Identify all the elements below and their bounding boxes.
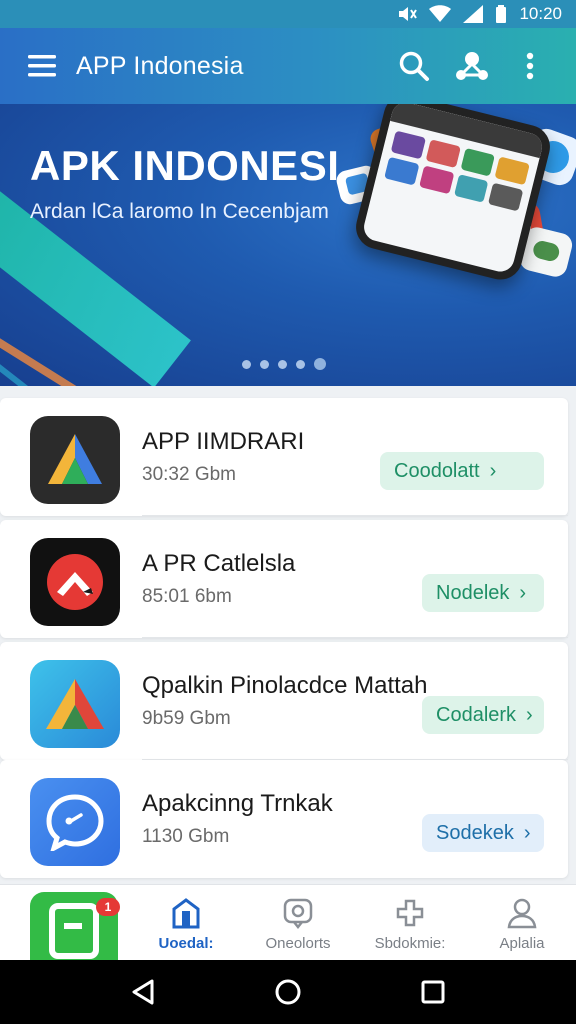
mute-icon xyxy=(397,5,418,23)
download-button-label: Sodekek xyxy=(436,821,514,844)
nav-item-games[interactable]: Sbdokmie: xyxy=(354,885,466,961)
app-title: APP Indonesia xyxy=(76,51,244,80)
download-button[interactable]: Nodelek › xyxy=(422,574,544,612)
floating-app-button[interactable]: 1 xyxy=(30,892,120,964)
menu-button[interactable] xyxy=(22,46,62,86)
hero-banner[interactable]: APK INDONESI Ardan lCa laromo In Cecenbj… xyxy=(0,104,576,386)
clock: 10:20 xyxy=(519,4,562,23)
nav-item-home[interactable]: Uoedal: xyxy=(130,885,242,961)
chat-icon xyxy=(283,898,313,929)
home-icon xyxy=(172,898,200,929)
download-button-label: Nodelek xyxy=(436,581,510,604)
wifi-icon xyxy=(429,5,452,23)
more-vert-icon xyxy=(526,52,534,80)
carousel-indicator xyxy=(242,358,326,370)
nav-label: Aplalia xyxy=(499,935,545,952)
chat-bubble-icon xyxy=(30,778,120,866)
a-logo-icon xyxy=(30,416,120,504)
search-button[interactable] xyxy=(390,42,438,90)
carousel-dot[interactable] xyxy=(260,359,269,369)
back-icon xyxy=(132,979,154,1005)
divider xyxy=(142,515,568,516)
app-size: 85:01 6bm xyxy=(142,586,232,607)
chevron-right-icon: › xyxy=(523,821,531,844)
notification-badge: 1 xyxy=(96,898,120,916)
chevron-right-icon: › xyxy=(489,459,497,482)
divider xyxy=(142,637,568,638)
download-button-label: Codalerk xyxy=(436,703,517,726)
profile-icon xyxy=(507,898,537,929)
carousel-dot-active[interactable] xyxy=(314,358,326,370)
recents-button[interactable] xyxy=(413,972,453,1012)
carousel-dot[interactable] xyxy=(278,359,287,369)
more-button[interactable] xyxy=(506,42,554,90)
app-name: APP IIMDRARI xyxy=(142,428,305,455)
triangle-logo-icon xyxy=(30,660,120,748)
chevron-right-icon: › xyxy=(519,581,527,604)
share-button[interactable] xyxy=(448,42,496,90)
list-item[interactable]: A PR Catlelsla 85:01 6bm Nodelek › xyxy=(0,520,568,638)
list-item[interactable]: Apakcinng Trnkak 1130 Gbm Sodekek › xyxy=(0,760,568,878)
download-button-label: Coodolatt xyxy=(394,459,480,482)
status-bar: 10:20 xyxy=(0,0,576,28)
app-name: Apakcinng Trnkak xyxy=(142,790,333,817)
list-item[interactable]: APP IIMDRARI 30:32 Gbm Coodolatt › xyxy=(0,398,568,516)
back-button[interactable] xyxy=(123,972,163,1012)
app-name: Qpalkin Pinolacdce Mattah xyxy=(142,672,428,699)
nav-label: Sbdokmie: xyxy=(374,935,446,952)
nav-label: Oneolorts xyxy=(265,935,331,952)
home-button[interactable] xyxy=(268,972,308,1012)
chevron-right-icon: › xyxy=(526,703,533,726)
search-icon xyxy=(399,51,429,81)
download-button[interactable]: Coodolatt › xyxy=(380,452,544,490)
download-button[interactable]: Sodekek › xyxy=(422,814,544,852)
list-item[interactable]: Qpalkin Pinolacdce Mattah 9b59 Gbm Codal… xyxy=(0,642,568,760)
carousel-dot[interactable] xyxy=(242,359,251,369)
carousel-dot[interactable] xyxy=(296,359,305,369)
nav-item-chat[interactable]: Oneolorts xyxy=(242,885,354,961)
menu-icon xyxy=(28,55,56,77)
hero-subtitle: Ardan lCa laromo In Cecenbjam xyxy=(30,200,329,223)
nav-label: Uoedal: xyxy=(158,935,214,952)
app-size: 1130 Gbm xyxy=(142,826,230,847)
app-size: 9b59 Gbm xyxy=(142,708,231,729)
square-recents-icon xyxy=(421,980,445,1004)
nav-item-profile[interactable]: Aplalia xyxy=(466,885,576,961)
app-size: 30:32 Gbm xyxy=(142,464,236,485)
download-button[interactable]: Codalerk › xyxy=(422,696,544,734)
app-bar: APP Indonesia xyxy=(0,28,576,104)
gamepad-icon xyxy=(396,899,424,927)
signal-icon xyxy=(463,5,484,23)
circle-home-icon xyxy=(275,979,301,1005)
share-icon xyxy=(456,52,488,80)
battery-icon xyxy=(495,5,507,23)
app-name: A PR Catlelsla xyxy=(142,550,296,577)
hero-title: APK INDONESI xyxy=(30,142,340,189)
system-navigation-bar xyxy=(0,960,576,1024)
chevron-logo-icon xyxy=(30,538,120,626)
